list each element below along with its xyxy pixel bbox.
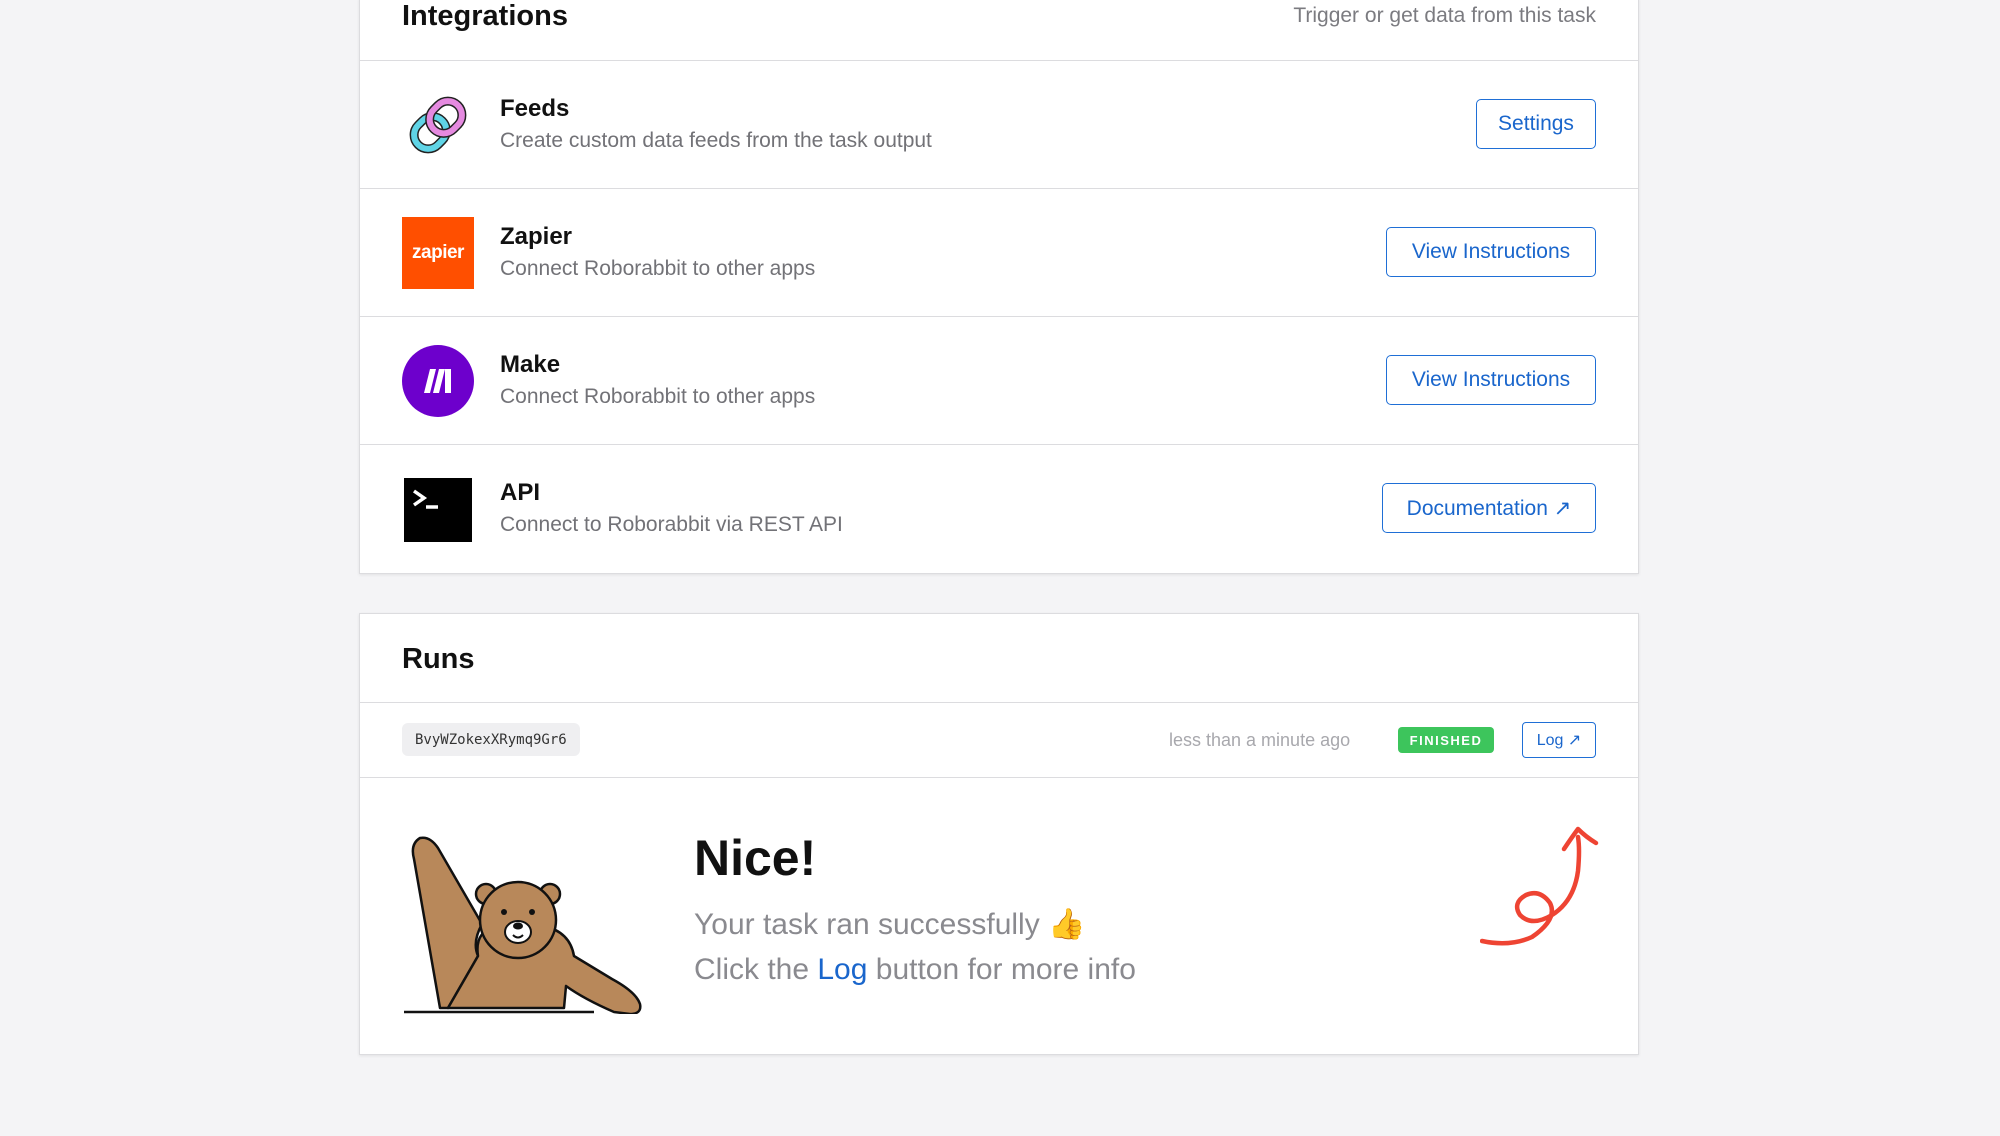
- make-title: Make: [500, 351, 561, 378]
- make-view-instructions-button[interactable]: View Instructions: [1386, 355, 1596, 405]
- success-hint: Click the Log button for more info: [694, 953, 1136, 987]
- chain-link-icon: [402, 89, 474, 161]
- runs-title: Runs: [402, 643, 475, 675]
- integration-row-feeds: Feeds Create custom data feeds from the …: [360, 61, 1638, 189]
- success-message: Your task ran successfully 👍: [694, 908, 1086, 941]
- zapier-description: Connect Roborabbit to other apps: [500, 257, 816, 280]
- integration-row-make: Make Connect Roborabbit to other apps Vi…: [360, 317, 1638, 445]
- runs-header: Runs: [360, 614, 1638, 703]
- integrations-title: Integrations: [402, 0, 568, 32]
- runs-card: Runs BvyWZokexXRymq9Gr6 less than a minu…: [359, 613, 1639, 1055]
- api-documentation-button[interactable]: Documentation ↗: [1382, 483, 1596, 533]
- feeds-description: Create custom data feeds from the task o…: [500, 129, 932, 152]
- feeds-title: Feeds: [500, 95, 570, 122]
- waving-bear-illustration: [404, 824, 654, 1019]
- integrations-card: Integrations Trigger or get data from th…: [359, 0, 1639, 574]
- status-badge: FINISHED: [1398, 727, 1494, 753]
- run-timestamp: less than a minute ago: [1169, 730, 1351, 750]
- api-description: Connect to Roborabbit via REST API: [500, 513, 843, 536]
- integrations-header: Integrations Trigger or get data from th…: [360, 0, 1638, 61]
- integration-row-api: API Connect to Roborabbit via REST API D…: [360, 445, 1638, 573]
- integrations-subtitle: Trigger or get data from this task: [1293, 4, 1596, 27]
- success-hint-prefix: Click the: [694, 953, 818, 986]
- success-title: Nice!: [694, 830, 817, 886]
- zapier-view-instructions-button[interactable]: View Instructions: [1386, 227, 1596, 277]
- zapier-logo: zapier: [402, 217, 474, 289]
- make-description: Connect Roborabbit to other apps: [500, 385, 816, 408]
- integration-row-zapier: zapier Zapier Connect Roborabbit to othe…: [360, 189, 1638, 317]
- terminal-icon: [402, 473, 474, 545]
- run-id: BvyWZokexXRymq9Gr6: [402, 723, 580, 756]
- zapier-title: Zapier: [500, 223, 573, 250]
- api-title: API: [500, 479, 541, 506]
- run-row: BvyWZokexXRymq9Gr6 less than a minute ag…: [360, 703, 1638, 778]
- curly-arrow-icon: [1479, 819, 1610, 954]
- log-button[interactable]: Log ↗: [1522, 722, 1596, 758]
- make-logo: [402, 345, 474, 417]
- success-hint-suffix: button for more info: [867, 953, 1136, 986]
- log-link[interactable]: Log: [817, 953, 867, 986]
- feeds-settings-button[interactable]: Settings: [1476, 99, 1596, 149]
